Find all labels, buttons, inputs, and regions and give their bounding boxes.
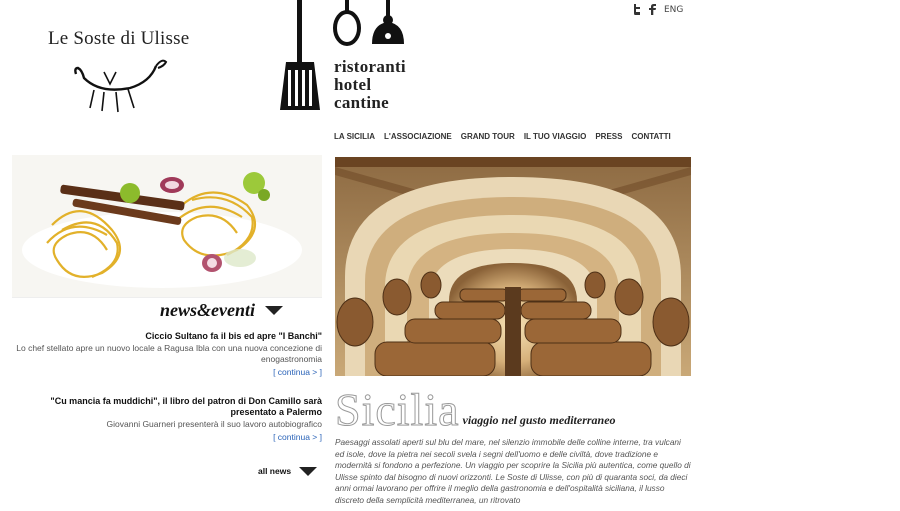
nav-press[interactable]: PRESS (595, 132, 622, 141)
tagline-hotel: hotel (334, 75, 372, 94)
intro-title: Sicilia (335, 384, 460, 435)
news-header[interactable]: news&eventi (160, 300, 283, 321)
news-item: "Cu mancia fa muddichi", il libro del pa… (14, 396, 322, 442)
site-logo[interactable]: Le Soste di Ulisse (48, 28, 198, 114)
twitter-icon[interactable] (632, 4, 641, 15)
ship-logo-icon (74, 59, 168, 113)
nav-associazione[interactable]: L'ASSOCIAZIONE (384, 132, 452, 141)
all-news-label[interactable]: all news (258, 466, 291, 476)
language-switch[interactable]: ENG (664, 5, 683, 15)
continua-link[interactable]: [ continua > ] (14, 367, 322, 377)
main-nav: LA SICILIA L'ASSOCIAZIONE GRAND TOUR IL … (334, 132, 671, 141)
nav-la-sicilia[interactable]: LA SICILIA (334, 132, 375, 141)
nav-il-tuo-viaggio[interactable]: IL TUO VIAGGIO (524, 132, 587, 141)
news-heading: news&eventi (160, 300, 255, 320)
facebook-icon[interactable] (649, 4, 656, 15)
nav-grand-tour[interactable]: GRAND TOUR (461, 132, 515, 141)
intro-paragraph: Paesaggi assolati aperti sul blu del mar… (335, 437, 691, 505)
continua-link[interactable]: [ continua > ] (14, 432, 322, 442)
social-bar: ENG (632, 4, 683, 15)
wine-cellar-photo (335, 157, 691, 376)
triangle-down-icon (265, 306, 283, 315)
triangle-down-icon (299, 466, 318, 476)
all-news-link[interactable]: all news (258, 466, 318, 476)
food-photo (12, 155, 322, 298)
intro-subtitle: viaggio nel gusto mediterraneo (462, 413, 616, 427)
intro-heading: Sicilia viaggio nel gusto mediterraneo (335, 384, 616, 435)
logo-title: Le Soste di Ulisse (48, 28, 190, 49)
news-title[interactable]: "Cu mancia fa muddichi", il libro del pa… (14, 396, 322, 418)
news-description: Giovanni Guarneri presenterà il suo lavo… (106, 419, 322, 429)
news-item: Ciccio Sultano fa il bis ed apre "I Banc… (14, 331, 322, 377)
news-title[interactable]: Ciccio Sultano fa il bis ed apre "I Banc… (14, 331, 322, 342)
tagline: ristoranti hotel cantine (334, 58, 406, 112)
tagline-ristoranti: ristoranti (334, 57, 406, 76)
news-description: Lo chef stellato apre un nuovo locale a … (16, 343, 322, 364)
nav-contatti[interactable]: CONTATTI (631, 132, 670, 141)
tagline-cantine: cantine (334, 93, 389, 112)
